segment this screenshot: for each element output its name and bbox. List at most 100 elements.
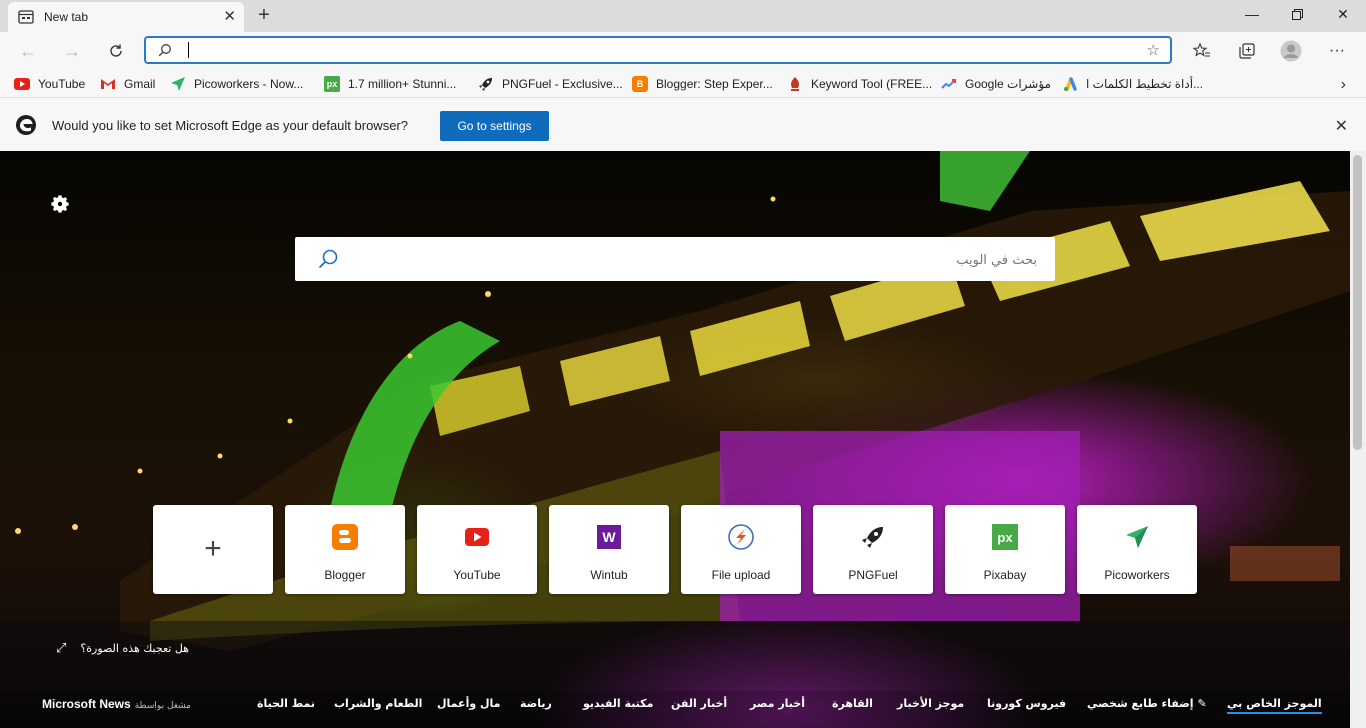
quick-link-label: Pixabay: [983, 568, 1027, 582]
news-tab-art-news[interactable]: أخبار الفن: [671, 697, 727, 710]
quick-link-youtube[interactable]: YouTube: [417, 505, 537, 594]
news-tab-cairo[interactable]: القاهرة: [832, 697, 873, 710]
add-icon: +: [204, 532, 222, 565]
minimize-button[interactable]: —: [1229, 0, 1275, 28]
quick-link-wintub[interactable]: W Wintub: [549, 505, 669, 594]
quick-link-pixabay[interactable]: px Pixabay: [945, 505, 1065, 594]
news-tab-news-brief[interactable]: موجز الأخبار: [897, 697, 964, 710]
favorite-label: Google مؤشرات: [965, 77, 1051, 91]
default-browser-infobar: Would you like to set Microsoft Edge as …: [0, 98, 1366, 151]
quick-link-picoworkers[interactable]: Picoworkers: [1077, 505, 1197, 594]
news-tab-video-library[interactable]: مكتبة الفيديو: [583, 697, 653, 710]
new-tab-button[interactable]: +: [254, 5, 274, 25]
pencil-icon: ✎: [1197, 697, 1207, 710]
news-tab-coronavirus[interactable]: فيروس كورونا: [987, 697, 1066, 710]
news-tab-egypt-news[interactable]: أخبار مصر: [750, 697, 805, 710]
youtube-icon: [14, 76, 30, 92]
infobar-message: Would you like to set Microsoft Edge as …: [52, 118, 408, 133]
chevron-right-icon[interactable]: ›: [1341, 76, 1346, 94]
news-tab-label: إضفاء طابع شخصي: [1087, 697, 1194, 710]
tab-strip: New tab ✕ + — ✕: [0, 0, 1366, 32]
quick-link-label: File upload: [711, 568, 771, 582]
favorite-pngfuel[interactable]: PNGFuel - Exclusive...: [478, 75, 623, 93]
picoworkers-icon: [1123, 523, 1151, 551]
web-search-box[interactable]: [295, 237, 1055, 281]
favorite-star-icon[interactable]: ☆: [1147, 41, 1160, 59]
news-tab-sports[interactable]: رياضة: [520, 697, 552, 710]
favorite-google-ads[interactable]: أداة تخطيط الكلمات ا...: [1062, 75, 1203, 93]
favorite-pixabay[interactable]: px 1.7 million+ Stunni...: [324, 75, 456, 93]
tab-new-tab[interactable]: New tab ✕: [8, 2, 244, 32]
favorite-google-trends[interactable]: Google مؤشرات: [941, 75, 1051, 93]
go-to-settings-button[interactable]: Go to settings: [440, 111, 549, 141]
like-image-text: هل تعجبك هذه الصورة؟: [80, 642, 189, 655]
expand-icon[interactable]: ⤢: [56, 641, 66, 656]
favorite-label: Gmail: [124, 77, 156, 91]
favorites-bar: YouTube Gmail Picoworkers - Now... px 1.…: [0, 70, 1366, 98]
close-icon[interactable]: ✕: [1335, 116, 1348, 136]
pngfuel-icon: [859, 523, 887, 551]
news-tab-my-feed[interactable]: الموجز الخاص بي: [1227, 697, 1322, 714]
settings-more-icon[interactable]: ···: [1325, 40, 1349, 62]
favorite-label: Picoworkers - Now...: [194, 77, 304, 91]
like-image-prompt[interactable]: ⤢ هل تعجبك هذه الصورة؟: [56, 641, 189, 656]
blogger-icon: [331, 523, 359, 551]
search-icon: [158, 43, 172, 60]
news-provided-by: مشغل بواسطة: [134, 701, 191, 711]
text-caret: [188, 42, 189, 58]
add-quick-link-tile[interactable]: +: [153, 505, 273, 594]
forward-button[interactable]: →: [60, 40, 84, 62]
favorite-label: PNGFuel - Exclusive...: [502, 77, 623, 91]
favorite-label: أداة تخطيط الكلمات ا...: [1086, 77, 1204, 91]
collections-icon[interactable]: [1235, 40, 1259, 62]
close-tab-icon[interactable]: ✕: [223, 9, 236, 25]
profile-avatar[interactable]: [1279, 40, 1303, 62]
search-icon: [317, 248, 339, 273]
quick-link-label: PNGFuel: [848, 568, 898, 582]
wintub-icon: W: [595, 523, 623, 551]
news-tab-lifestyle[interactable]: نمط الحياة: [257, 697, 315, 710]
google-trends-icon: [941, 76, 957, 92]
newtab-page-icon: [18, 10, 34, 24]
quick-link-label: YouTube: [453, 568, 501, 582]
favorite-gmail[interactable]: Gmail: [100, 75, 155, 93]
quick-link-blogger[interactable]: Blogger: [285, 505, 405, 594]
scrollbar-thumb[interactable]: [1353, 155, 1362, 450]
favorite-blogger[interactable]: B Blogger: Step Exper...: [632, 75, 773, 93]
web-search-input[interactable]: [355, 249, 1039, 271]
favorites-icon[interactable]: [1190, 40, 1214, 62]
page-settings-gear-icon[interactable]: [48, 192, 72, 216]
favorite-youtube[interactable]: YouTube: [14, 75, 85, 93]
news-tab-business[interactable]: مال وأعمال: [437, 697, 501, 710]
address-bar[interactable]: ☆: [144, 36, 1172, 64]
address-input[interactable]: [186, 41, 1130, 61]
new-tab-page: + Blogger YouTube W Wintub File upload P…: [0, 151, 1350, 728]
pixabay-icon: px: [991, 523, 1019, 551]
favorite-keyword-tool[interactable]: Keyword Tool (FREE...: [787, 75, 932, 93]
keywordtool-icon: [787, 76, 803, 92]
quick-link-label: Picoworkers: [1104, 568, 1170, 582]
news-bar: Microsoft News مشغل بواسطة الموجز الخاص …: [0, 691, 1350, 728]
navigation-bar: ← → ☆ ···: [0, 32, 1366, 70]
page-scrollbar[interactable]: [1350, 151, 1366, 728]
quick-link-pngfuel[interactable]: PNGFuel: [813, 505, 933, 594]
quick-link-label: Blogger: [324, 568, 366, 582]
news-provider-name: Microsoft News: [42, 697, 131, 711]
edge-logo-icon: [15, 114, 37, 136]
back-button[interactable]: ←: [16, 40, 40, 62]
pngfuel-icon: [478, 76, 494, 92]
picoworkers-icon: [170, 76, 186, 92]
file-upload-icon: [727, 523, 755, 551]
blogger-icon: B: [632, 76, 648, 92]
google-ads-icon: [1062, 76, 1078, 92]
tab-title: New tab: [44, 10, 89, 24]
news-tab-food-drink[interactable]: الطعام والشراب: [334, 697, 422, 710]
quick-link-file-upload[interactable]: File upload: [681, 505, 801, 594]
svg-text:W: W: [602, 529, 616, 545]
refresh-button[interactable]: [104, 40, 128, 62]
restore-button[interactable]: [1274, 0, 1320, 28]
favorite-label: Blogger: Step Exper...: [656, 77, 773, 91]
favorite-picoworkers[interactable]: Picoworkers - Now...: [170, 75, 303, 93]
close-window-button[interactable]: ✕: [1320, 0, 1366, 28]
news-tab-personalize[interactable]: إضفاء طابع شخصي ✎: [1087, 697, 1207, 710]
